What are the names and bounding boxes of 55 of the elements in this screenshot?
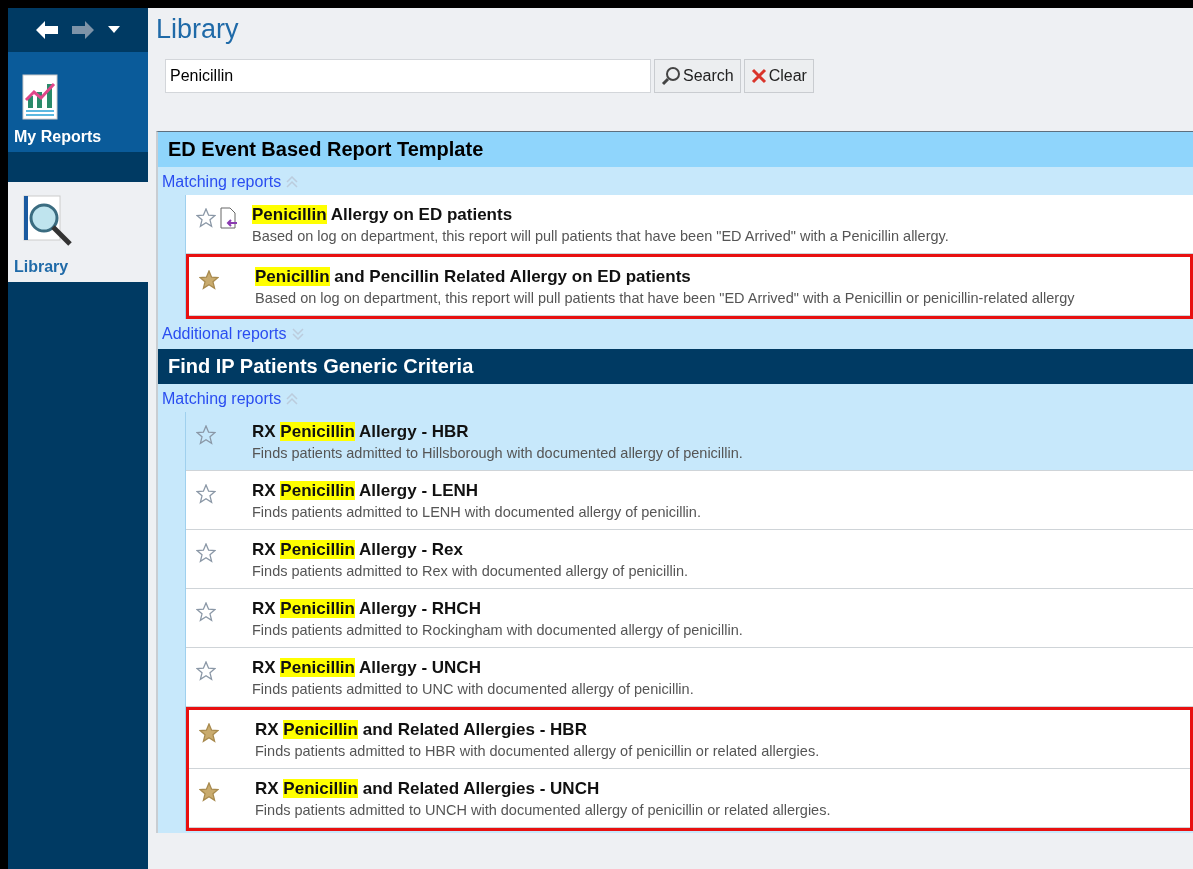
search-button[interactable]: Search: [654, 59, 741, 93]
report-row[interactable]: RX Penicillin and Related Allergies - HBR Finds patients admitted to HBR with documented allergy of penicillin or related allergies.: [189, 710, 1190, 769]
report-description: Finds patients admitted to UNC with documented allergy of penicillin.: [252, 680, 694, 697]
star-icon[interactable]: [199, 270, 219, 290]
report-row[interactable]: Penicillin and Pencillin Related Allergy on ED patients Based on log on department, this report will pull patients that have been "ED Arrived" with a Penicillin or penicillin-related allergy: [189, 257, 1190, 316]
report-row[interactable]: Penicillin Allergy on ED patients Based on log on department, this report will pull patients that have been "ED Arrived" with a Penicillin allergy.: [186, 195, 1193, 254]
star-icon[interactable]: [196, 661, 216, 681]
search-field[interactable]: Penicillin: [165, 59, 651, 93]
star-icon[interactable]: [196, 602, 216, 622]
matching-reports-link[interactable]: Matching reports: [158, 384, 1193, 412]
line-chart-icon: [22, 74, 58, 120]
report-title[interactable]: RX Penicillin and Related Allergies - HBR: [255, 719, 820, 740]
forward-arrow-icon[interactable]: [72, 21, 94, 39]
star-icon[interactable]: [196, 484, 216, 504]
additional-reports-link[interactable]: Additional reports: [158, 319, 1193, 347]
report-description: Based on log on department, this report will pull patients that have been "ED Arrived" with a Penicillin allergy.: [252, 227, 949, 244]
star-icon[interactable]: [199, 782, 219, 802]
report-row[interactable]: RX Penicillin Allergy - RHCH Finds patients admitted to Rockingham with documented allergy of penicillin.: [186, 589, 1193, 648]
report-title[interactable]: RX Penicillin Allergy - UNCH: [252, 657, 694, 678]
report-row[interactable]: RX Penicillin Allergy - LENH Finds patients admitted to LENH with documented allergy of penicillin.: [186, 471, 1193, 530]
section-header[interactable]: ED Event Based Report Template: [158, 132, 1193, 167]
report-title[interactable]: RX Penicillin Allergy - HBR: [252, 421, 743, 442]
report-title[interactable]: RX Penicillin Allergy - LENH: [252, 480, 701, 501]
page-title: Library: [156, 14, 240, 45]
report-title[interactable]: RX Penicillin Allergy - RHCH: [252, 598, 743, 619]
double-chevron-icon: [285, 176, 300, 188]
close-icon: [750, 68, 767, 84]
double-chevron-icon: [285, 393, 300, 405]
report-description: Finds patients admitted to LENH with documented allergy of penicillin.: [252, 503, 701, 520]
search-icon: [661, 66, 681, 86]
report-row[interactable]: RX Penicillin and Related Allergies - UNCH Finds patients admitted to UNCH with documented allergy of penicillin or related allergies.: [189, 769, 1190, 828]
report-description: Based on log on department, this report will pull patients that have been "ED Arrived" with a Penicillin or penicillin-related allergy: [255, 289, 1075, 306]
report-description: Finds patients admitted to UNCH with documented allergy of penicillin or related allergies.: [255, 801, 831, 818]
nav-tile[interactable]: My Reports: [8, 52, 148, 152]
star-icon[interactable]: [196, 425, 216, 445]
star-icon[interactable]: [196, 208, 216, 228]
report-description: Finds patients admitted to Rockingham with documented allergy of penicillin.: [252, 621, 743, 638]
report-description: Finds patients admitted to Rex with documented allergy of penicillin.: [252, 562, 689, 579]
report-description: Finds patients admitted to HBR with documented allergy of penicillin or related allergies.: [255, 742, 820, 759]
report-row[interactable]: RX Penicillin Allergy - Rex Finds patients admitted to Rex with documented allergy of penicillin.: [186, 530, 1193, 589]
nav-tile[interactable]: Library: [8, 182, 148, 282]
report-description: Finds patients admitted to Hillsborough with documented allergy of penicillin.: [252, 444, 743, 461]
section-header[interactable]: Find IP Patients Generic Criteria: [158, 349, 1193, 384]
double-chevron-icon: [290, 328, 305, 340]
back-arrow-icon[interactable]: [36, 21, 58, 39]
report-row[interactable]: RX Penicillin Allergy - UNCH Finds patients admitted to UNC with documented allergy of penicillin.: [186, 648, 1193, 707]
report-title[interactable]: Penicillin and Pencillin Related Allergy on ED patients: [255, 266, 1075, 287]
report-title[interactable]: Penicillin Allergy on ED patients: [252, 204, 949, 225]
star-icon[interactable]: [196, 543, 216, 563]
clear-button[interactable]: Clear: [743, 59, 814, 93]
star-icon[interactable]: [199, 723, 219, 743]
report-title[interactable]: RX Penicillin and Related Allergies - UNCH: [255, 778, 831, 799]
matching-reports-link[interactable]: Matching reports: [158, 167, 1193, 195]
report-title[interactable]: RX Penicillin Allergy - Rex: [252, 539, 689, 560]
dropdown-caret-icon[interactable]: [108, 26, 120, 34]
